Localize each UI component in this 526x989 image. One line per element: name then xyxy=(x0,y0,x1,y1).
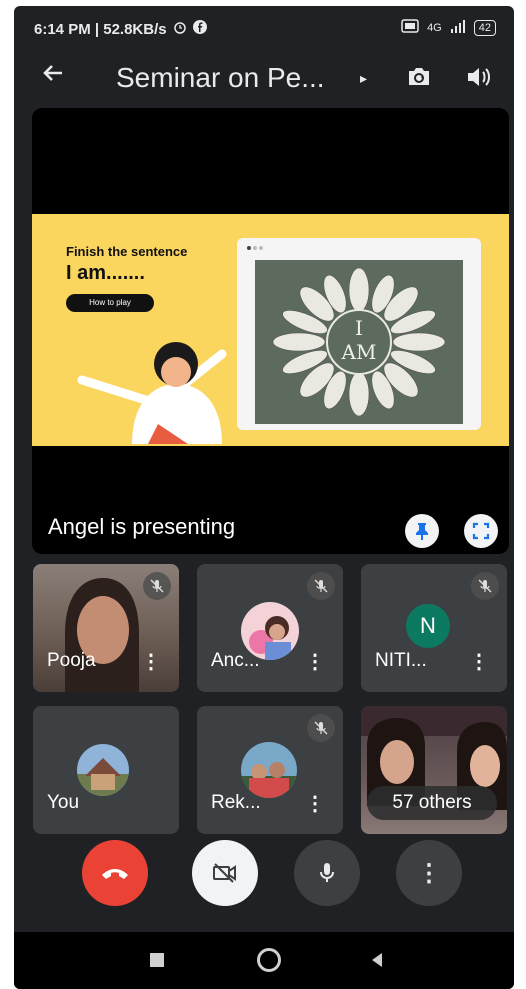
participant-name: You xyxy=(47,792,80,813)
volte-icon xyxy=(401,19,419,36)
more-options-icon[interactable]: ⋮ xyxy=(469,652,489,672)
others-tile[interactable]: 57 others xyxy=(361,706,507,834)
participant-face xyxy=(65,578,139,692)
recents-icon[interactable] xyxy=(150,953,164,967)
participant-name: Pooja xyxy=(47,650,96,671)
others-count: 57 others xyxy=(367,786,497,820)
end-call-icon xyxy=(102,869,128,879)
alarm-icon xyxy=(173,20,187,38)
status-time-speed: 6:14 PM | 52.8KB/s xyxy=(34,20,167,38)
participant-name: NITI... xyxy=(375,650,427,671)
presentation-area: Finish the sentence I am....... How to p… xyxy=(32,108,509,554)
meet-screen: 6:14 PM | 52.8KB/s 4G 42 Seminar on Pe..… xyxy=(14,6,514,989)
shared-slide: Finish the sentence I am....... How to p… xyxy=(32,214,509,446)
mic-off-icon xyxy=(150,579,164,593)
status-bar: 6:14 PM | 52.8KB/s 4G 42 xyxy=(14,6,514,50)
more-options-button[interactable]: ⋮ xyxy=(396,840,462,906)
chevron-right-icon[interactable]: ▸ xyxy=(360,70,367,87)
home-icon[interactable] xyxy=(257,948,281,972)
slide-prompt: Finish the sentence xyxy=(66,244,188,259)
android-nav-bar xyxy=(14,932,514,989)
meeting-title[interactable]: Seminar on Pe... xyxy=(116,62,325,94)
mic-off-icon xyxy=(478,579,492,593)
mic-off-icon xyxy=(314,579,328,593)
presenter-label: Angel is presenting xyxy=(48,514,236,539)
switch-camera-icon[interactable] xyxy=(404,62,434,97)
video-off-icon xyxy=(213,863,236,883)
participant-tile[interactable]: Pooja ⋮ xyxy=(33,564,179,692)
back-arrow-icon[interactable] xyxy=(40,60,66,93)
more-options-icon[interactable]: ⋮ xyxy=(305,652,325,672)
more-options-icon[interactable]: ⋮ xyxy=(305,794,325,814)
speaker-icon[interactable] xyxy=(464,62,492,97)
microphone-button[interactable] xyxy=(294,840,360,906)
participant-tile[interactable]: N NITI... ⋮ xyxy=(361,564,507,692)
mic-off-icon xyxy=(314,721,328,735)
back-icon[interactable] xyxy=(370,951,384,969)
flower-board: I AM xyxy=(255,260,463,424)
self-tile[interactable]: You xyxy=(33,706,179,834)
more-options-icon[interactable]: ⋮ xyxy=(141,652,161,672)
microphone-icon xyxy=(320,863,334,882)
slide-heading: I am....... xyxy=(66,262,145,284)
slide-screenshot: I AM xyxy=(237,238,481,430)
fullscreen-button[interactable] xyxy=(464,514,498,548)
app-bar: Seminar on Pe... ▸ xyxy=(14,50,514,106)
slide-illustration xyxy=(77,342,227,444)
signal-icon xyxy=(450,19,466,36)
more-vert-icon: ⋮ xyxy=(417,859,441,887)
participant-tile[interactable]: Anc... ⋮ xyxy=(197,564,343,692)
battery-indicator: 42 xyxy=(473,19,496,36)
muted-indicator xyxy=(143,572,171,600)
pin-icon xyxy=(416,523,428,540)
flower-center-text-bottom: AM xyxy=(341,340,377,364)
participant-name: Rek... xyxy=(211,792,261,813)
participant-tile[interactable]: Rek... ⋮ xyxy=(197,706,343,834)
flower-center-text-top: I xyxy=(355,316,363,340)
network-type: 4G xyxy=(427,21,442,34)
fullscreen-icon xyxy=(472,522,490,540)
participant-name: Anc... xyxy=(211,650,260,671)
muted-indicator xyxy=(471,572,499,600)
avatar xyxy=(77,744,129,796)
end-call-button[interactable] xyxy=(82,840,148,906)
facebook-notification-icon xyxy=(192,20,207,38)
avatar xyxy=(241,742,297,798)
avatar-initial: N xyxy=(406,604,450,648)
pin-button[interactable] xyxy=(405,514,439,548)
muted-indicator xyxy=(307,572,335,600)
muted-indicator xyxy=(307,714,335,742)
camera-toggle-button[interactable] xyxy=(192,840,258,906)
